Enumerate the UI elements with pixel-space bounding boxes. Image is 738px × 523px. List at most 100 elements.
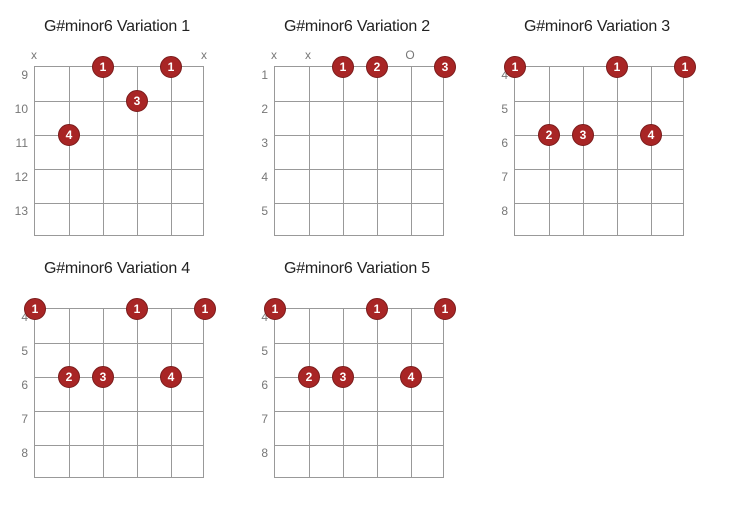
finger-dot: 1 xyxy=(366,298,388,320)
finger-dot: 3 xyxy=(434,56,456,78)
finger-dot: 1 xyxy=(126,298,148,320)
chord-diagram: 111234 xyxy=(274,288,444,478)
finger-dot: 4 xyxy=(400,366,422,388)
fret-label: 7 xyxy=(252,410,274,444)
chord-card: G#minor6 Variation 545678111234 xyxy=(252,260,462,478)
string-line xyxy=(583,67,584,235)
fret-label: 6 xyxy=(12,376,34,410)
fret-label-column: 910111213 xyxy=(12,46,34,236)
finger-dot: 4 xyxy=(640,124,662,146)
string-line xyxy=(137,309,138,477)
fret-label: 5 xyxy=(12,342,34,376)
fret-line xyxy=(35,101,203,102)
fret-label: 3 xyxy=(252,134,274,168)
finger-dot: 2 xyxy=(58,366,80,388)
chord-diagram: xx1134 xyxy=(34,46,204,236)
string-markers-row: xxO xyxy=(274,46,444,66)
fret-line xyxy=(275,445,443,446)
string-line xyxy=(343,309,344,477)
string-line xyxy=(103,309,104,477)
chord-row: 12345xxO123 xyxy=(252,46,462,236)
chord-row: 45678111234 xyxy=(492,46,702,236)
string-line xyxy=(69,67,70,235)
finger-dot: 1 xyxy=(504,56,526,78)
string-line xyxy=(103,67,104,235)
fret-label: 9 xyxy=(12,66,34,100)
fret-label: 7 xyxy=(492,168,514,202)
fretboard-grid: 111234 xyxy=(274,308,444,478)
string-line xyxy=(411,67,412,235)
string-line xyxy=(309,67,310,235)
finger-dot: 4 xyxy=(58,124,80,146)
string-line xyxy=(171,309,172,477)
chord-row: 910111213xx1134 xyxy=(12,46,222,236)
fret-label: 2 xyxy=(252,100,274,134)
string-line xyxy=(411,309,412,477)
string-line xyxy=(617,67,618,235)
finger-dot: 2 xyxy=(366,56,388,78)
fret-label: 11 xyxy=(12,134,34,168)
fret-line xyxy=(275,411,443,412)
chord-title: G#minor6 Variation 2 xyxy=(252,18,462,36)
string-line xyxy=(549,67,550,235)
fret-label: 5 xyxy=(252,342,274,376)
fret-line xyxy=(275,169,443,170)
chord-card: G#minor6 Variation 345678111234 xyxy=(492,18,702,236)
chord-row: 45678111234 xyxy=(252,288,462,478)
finger-dot: 1 xyxy=(24,298,46,320)
string-line xyxy=(651,67,652,235)
finger-dot: 1 xyxy=(160,56,182,78)
fret-label: 5 xyxy=(492,100,514,134)
finger-dot: 1 xyxy=(434,298,456,320)
string-line xyxy=(343,67,344,235)
finger-dot: 3 xyxy=(572,124,594,146)
fret-line xyxy=(275,101,443,102)
fret-label: 1 xyxy=(252,66,274,100)
fret-line xyxy=(515,203,683,204)
chord-card: G#minor6 Variation 1910111213xx1134 xyxy=(12,18,222,236)
finger-dot: 2 xyxy=(538,124,560,146)
string-markers-row xyxy=(274,288,444,308)
string-line xyxy=(377,309,378,477)
fret-line xyxy=(515,101,683,102)
fret-line xyxy=(35,343,203,344)
fret-line xyxy=(35,411,203,412)
fret-label: 13 xyxy=(12,202,34,236)
string-line xyxy=(69,309,70,477)
fret-label-column: 12345 xyxy=(252,46,274,236)
fret-line xyxy=(275,203,443,204)
fret-line xyxy=(275,343,443,344)
mute-marker: x xyxy=(305,48,311,62)
finger-dot: 1 xyxy=(674,56,696,78)
chord-card: G#minor6 Variation 445678111234 xyxy=(12,260,222,478)
string-markers-row xyxy=(34,288,204,308)
chord-title: G#minor6 Variation 4 xyxy=(12,260,222,278)
fret-label: 7 xyxy=(12,410,34,444)
finger-dot: 3 xyxy=(332,366,354,388)
finger-dot: 1 xyxy=(332,56,354,78)
string-line xyxy=(309,309,310,477)
chord-diagrams-container: G#minor6 Variation 1910111213xx1134G#min… xyxy=(12,18,726,478)
fret-line xyxy=(35,445,203,446)
string-markers-row xyxy=(514,46,684,66)
finger-dot: 3 xyxy=(92,366,114,388)
open-marker: O xyxy=(405,48,414,62)
fret-label: 8 xyxy=(12,444,34,478)
fret-label: 4 xyxy=(252,168,274,202)
string-line xyxy=(171,67,172,235)
finger-dot: 1 xyxy=(92,56,114,78)
finger-dot: 1 xyxy=(194,298,216,320)
chord-diagram: xxO123 xyxy=(274,46,444,236)
chord-row: 45678111234 xyxy=(12,288,222,478)
fret-label: 6 xyxy=(492,134,514,168)
mute-marker: x xyxy=(31,48,37,62)
fret-label: 6 xyxy=(252,376,274,410)
finger-dot: 2 xyxy=(298,366,320,388)
fret-label: 8 xyxy=(252,444,274,478)
fretboard-grid: 111234 xyxy=(34,308,204,478)
fret-label: 12 xyxy=(12,168,34,202)
fret-label: 5 xyxy=(252,202,274,236)
chord-title: G#minor6 Variation 1 xyxy=(12,18,222,36)
chord-diagram: 111234 xyxy=(514,46,684,236)
fret-label: 8 xyxy=(492,202,514,236)
